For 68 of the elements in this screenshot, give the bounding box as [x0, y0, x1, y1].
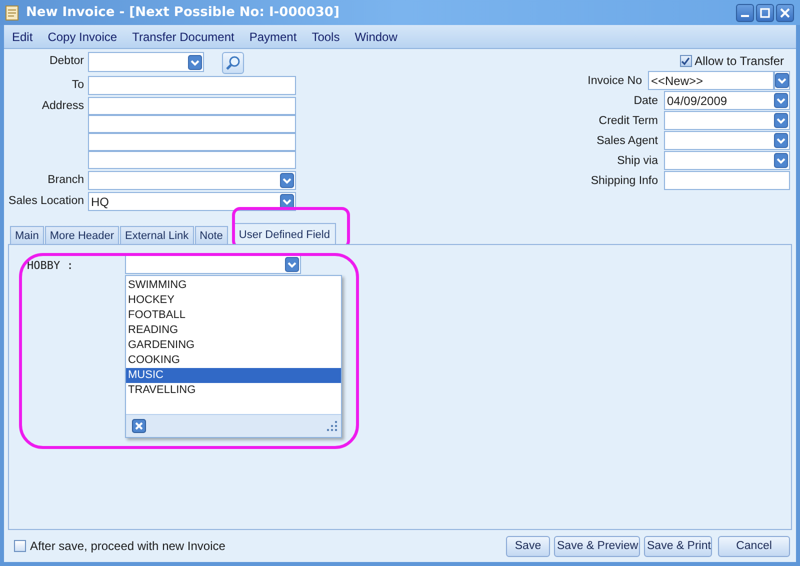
address-line-field[interactable]: [88, 115, 296, 133]
checkbox-label: Allow to Transfer: [694, 54, 784, 68]
combo-field[interactable]: HQ: [88, 192, 296, 211]
list-option[interactable]: TRAVELLING: [126, 383, 341, 398]
hobby-combo[interactable]: [125, 255, 301, 274]
maximize-icon: [760, 8, 770, 18]
minimize-button[interactable]: [736, 4, 754, 22]
tab[interactable]: Note: [194, 226, 228, 244]
footer-button[interactable]: Save & Print: [644, 536, 712, 556]
invoice-number-field[interactable]: <<New>>: [648, 71, 774, 90]
maximize-button[interactable]: [756, 4, 774, 22]
address-line-field[interactable]: [88, 97, 296, 115]
window-title: New Invoice - [Next Possible No: I-000030]: [26, 5, 340, 20]
footer-button[interactable]: Save & Preview: [554, 536, 640, 556]
checkbox[interactable]: [14, 540, 26, 552]
combo-field[interactable]: [88, 171, 296, 190]
menu-item[interactable]: Payment: [249, 30, 297, 44]
list-option[interactable]: MUSIC: [126, 368, 341, 383]
menu-item[interactable]: Transfer Document: [132, 30, 234, 44]
footer-button[interactable]: Cancel: [718, 536, 790, 556]
field-label: Shipping Info: [590, 174, 659, 186]
field-label: Invoice No: [588, 74, 643, 86]
checkbox[interactable]: [680, 55, 692, 67]
search-button[interactable]: [222, 52, 244, 74]
field-label: Address: [40, 99, 85, 114]
field-label: HOBBY :: [27, 259, 74, 273]
close-icon: [780, 8, 790, 18]
tab[interactable]: More Header: [44, 226, 120, 244]
address-line-field[interactable]: [88, 133, 296, 151]
combo-field[interactable]: [664, 111, 790, 130]
tab[interactable]: Main: [10, 226, 44, 244]
debtor-combo[interactable]: [88, 52, 204, 72]
list-option[interactable]: COOKING: [126, 353, 341, 368]
field-label: Ship via: [617, 154, 659, 166]
field-label: Debtor: [48, 54, 85, 69]
list-option[interactable]: FOOTBALL: [126, 308, 341, 323]
field-label: Sales Agent: [596, 134, 659, 146]
list-option[interactable]: HOCKEY: [126, 293, 341, 308]
list-option[interactable]: SWIMMING: [126, 278, 341, 293]
resize-grip-icon[interactable]: [327, 421, 337, 431]
menu-item[interactable]: Edit: [12, 30, 33, 44]
field-label: Date: [634, 94, 659, 106]
field-label: Credit Term: [598, 114, 659, 126]
close-icon: [132, 419, 146, 433]
list-option[interactable]: GARDENING: [126, 338, 341, 353]
menu-item[interactable]: Window: [354, 30, 398, 44]
footer-button[interactable]: Save: [506, 536, 550, 556]
dropdown-button[interactable]: [774, 71, 790, 90]
field-label: Sales Location: [8, 194, 85, 209]
menu-item[interactable]: Tools: [312, 30, 340, 44]
minimize-icon: [741, 14, 749, 16]
field-label: To: [70, 78, 85, 93]
text-field[interactable]: [88, 76, 296, 95]
combo-field[interactable]: 04/09/2009: [664, 91, 790, 110]
clear-button[interactable]: [132, 419, 146, 433]
tab[interactable]: External Link: [120, 226, 194, 244]
list-option[interactable]: READING: [126, 323, 341, 338]
document-icon: [4, 4, 20, 20]
text-field[interactable]: [664, 171, 790, 190]
close-button[interactable]: [776, 4, 794, 22]
checkbox-label: After save, proceed with new Invoice: [30, 539, 226, 553]
tab[interactable]: User Defined Field: [232, 223, 336, 245]
address-line-field[interactable]: [88, 151, 296, 169]
combo-field[interactable]: [664, 151, 790, 170]
field-label: Branch: [46, 173, 85, 188]
menu-item[interactable]: Copy Invoice: [48, 30, 118, 44]
combo-field[interactable]: [664, 131, 790, 150]
search-icon: [225, 55, 241, 71]
